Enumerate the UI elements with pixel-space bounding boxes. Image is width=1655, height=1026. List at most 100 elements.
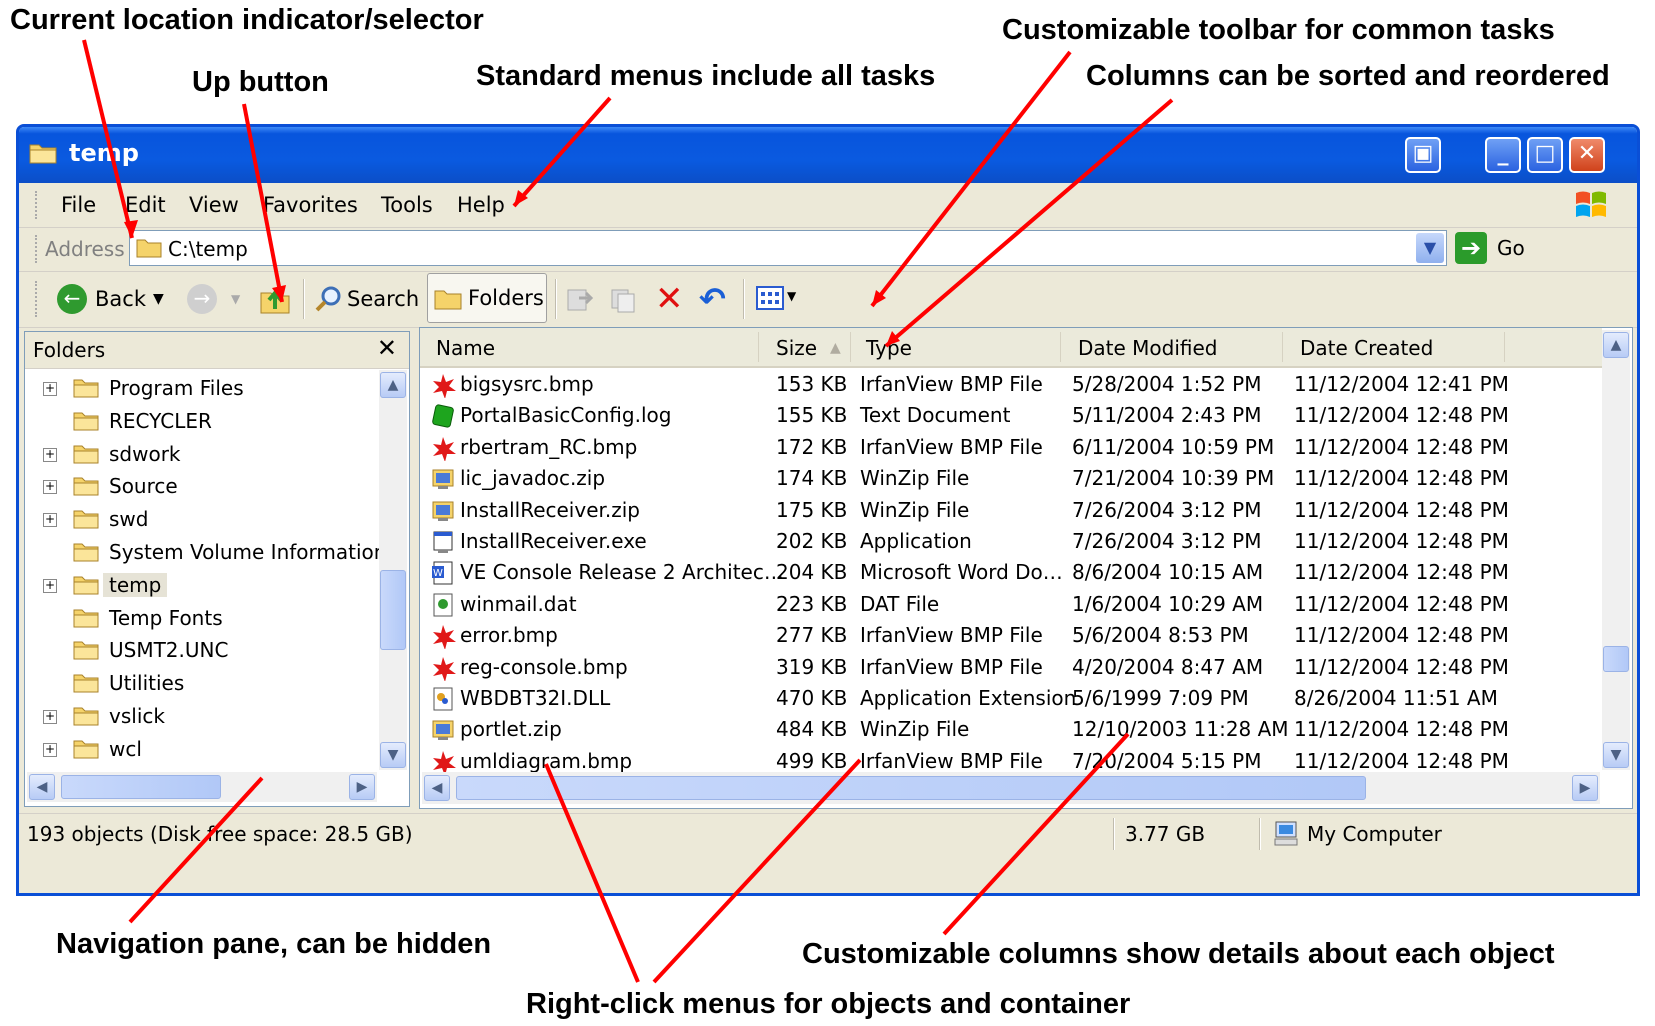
scrollbar-thumb[interactable] [456, 776, 1366, 800]
file-size: 204 KB [776, 560, 848, 585]
forward-arrow-icon[interactable]: → [187, 284, 217, 314]
folder-icon [73, 674, 99, 693]
go-button[interactable]: ➔ Go [1455, 232, 1535, 266]
file-row[interactable]: reg-console.bmp 319 KB IrfanView BMP File 4… [420, 653, 1596, 683]
scrollbar-thumb[interactable] [380, 570, 406, 650]
file-row[interactable]: InstallReceiver.exe 202 KB Application 7/26… [420, 527, 1596, 557]
file-row[interactable]: rbertram_RC.bmp 172 KB IrfanView BMP File 6… [420, 433, 1596, 463]
tree-item[interactable]: + vslick [25, 702, 375, 732]
file-date-modified: 8/6/2004 10:15 AM [1072, 560, 1264, 585]
back-dropdown-icon[interactable]: ▼ [153, 281, 164, 317]
up-folder-icon[interactable] [259, 283, 291, 315]
scroll-right-icon[interactable]: ▶ [349, 774, 375, 800]
column-divider[interactable] [850, 332, 851, 362]
scroll-left-icon[interactable]: ◀ [424, 775, 450, 801]
scrollbar-thumb[interactable] [61, 775, 221, 799]
expand-plus-icon[interactable]: + [43, 578, 57, 593]
menu-favorites[interactable]: Favorites [263, 193, 358, 217]
search-button[interactable]: Search [313, 281, 419, 317]
column-name[interactable]: Name [436, 336, 495, 360]
column-date-created[interactable]: Date Created [1300, 336, 1433, 360]
tree-item[interactable]: + swd [25, 505, 375, 535]
undo-icon[interactable]: ↶ [699, 281, 726, 317]
tree-item[interactable]: USMT2.UNC [25, 636, 375, 666]
close-button[interactable]: ✕ [1569, 137, 1605, 173]
file-row[interactable]: portlet.zip 484 KB WinZip File 12/10/2003 1… [420, 715, 1596, 745]
menu-help[interactable]: Help [457, 193, 505, 217]
menu-edit[interactable]: Edit [125, 193, 166, 217]
tree-item[interactable]: + wcl [25, 735, 375, 765]
navpane-vertical-scrollbar[interactable]: ▲ ▼ [379, 370, 407, 770]
windows-logo-icon [1576, 191, 1606, 217]
filelist-horizontal-scrollbar[interactable]: ◀ ▶ [422, 772, 1600, 804]
file-row[interactable]: PortalBasicConfig.log 155 KB Text Document… [420, 401, 1596, 431]
expand-plus-icon[interactable]: + [43, 447, 57, 462]
views-button[interactable]: ▼ [755, 283, 801, 315]
menu-grip[interactable] [35, 191, 41, 219]
address-grip[interactable] [35, 235, 41, 263]
file-date-modified: 5/6/1999 7:09 PM [1072, 686, 1249, 710]
title-bar[interactable]: temp ▣ _ □ ✕ [19, 127, 1637, 183]
tree-item[interactable]: Utilities [25, 669, 375, 699]
file-type: Application [860, 529, 972, 553]
file-name: portlet.zip [460, 717, 562, 742]
file-name: InstallReceiver.zip [460, 497, 640, 522]
expand-plus-icon[interactable]: + [43, 742, 57, 757]
scroll-right-icon[interactable]: ▶ [1572, 775, 1598, 801]
tree-item[interactable]: System Volume Information [25, 538, 386, 568]
address-input[interactable]: C:\temp ▼ [129, 230, 1447, 266]
forward-dropdown-icon[interactable]: ▼ [231, 281, 240, 317]
file-type: IrfanView BMP File [860, 623, 1043, 648]
scroll-up-icon[interactable]: ▲ [380, 372, 406, 398]
maximize-button[interactable]: □ [1527, 137, 1563, 173]
tree-item[interactable]: Temp Fonts [25, 604, 375, 634]
scroll-left-icon[interactable]: ◀ [29, 774, 55, 800]
tree-item[interactable]: + sdwork [25, 440, 375, 470]
expand-plus-icon[interactable]: + [43, 710, 57, 724]
tree-item[interactable]: + temp [25, 571, 375, 601]
column-divider[interactable] [758, 332, 759, 362]
tree-item[interactable]: + Source [25, 472, 375, 502]
file-row[interactable]: InstallReceiver.zip 175 KB WinZip File 7/26… [420, 496, 1596, 526]
file-row[interactable]: winmail.dat 223 KB DAT File 1/6/2004 10:29 … [420, 590, 1596, 620]
column-divider[interactable] [1504, 332, 1505, 362]
back-button[interactable]: ← Back ▼ [53, 281, 173, 317]
delete-icon[interactable]: ✕ [655, 281, 684, 317]
scroll-down-icon[interactable]: ▼ [380, 742, 406, 768]
file-row[interactable]: lic_javadoc.zip 174 KB WinZip File 7/21/200… [420, 464, 1596, 494]
column-size[interactable]: Size [776, 336, 817, 360]
menu-tools[interactable]: Tools [381, 193, 433, 217]
scroll-up-icon[interactable]: ▲ [1603, 332, 1629, 358]
move-to-icon[interactable] [565, 284, 595, 314]
menu-view[interactable]: View [189, 193, 239, 217]
expand-plus-icon[interactable]: + [43, 513, 57, 528]
restore-help-button[interactable]: ▣ [1405, 137, 1441, 173]
tree-item[interactable]: RECYCLER [25, 407, 375, 437]
scrollbar-thumb[interactable] [1603, 646, 1629, 672]
menu-file[interactable]: File [61, 193, 96, 217]
back-label: Back [95, 287, 146, 311]
column-type[interactable]: Type [866, 336, 912, 360]
file-row[interactable]: WBDBT32I.DLL 470 KB Application Extension 5… [420, 684, 1596, 714]
file-row[interactable]: error.bmp 277 KB IrfanView BMP File 5/6/200… [420, 621, 1596, 651]
word-icon: W [432, 561, 453, 585]
copy-to-icon[interactable] [609, 284, 639, 314]
close-icon[interactable]: ✕ [377, 334, 397, 362]
file-row[interactable]: bigsysrc.bmp 153 KB IrfanView BMP File 5/28… [420, 370, 1596, 400]
expand-plus-icon[interactable]: + [43, 480, 57, 495]
address-dropdown-button[interactable]: ▼ [1416, 233, 1444, 263]
file-row[interactable]: W VE Console Release 2 Architec… 204 KB Mic… [420, 558, 1596, 588]
toolbar-grip[interactable] [35, 281, 41, 317]
folders-button[interactable]: Folders [427, 273, 547, 323]
scroll-down-icon[interactable]: ▼ [1603, 742, 1629, 768]
navpane-horizontal-scrollbar[interactable]: ◀ ▶ [27, 772, 377, 802]
expand-plus-icon[interactable]: + [43, 382, 57, 396]
column-date-modified[interactable]: Date Modified [1078, 336, 1218, 360]
tree-item[interactable]: + Program Files [25, 374, 375, 404]
column-divider[interactable] [1060, 332, 1061, 362]
filelist-vertical-scrollbar[interactable]: ▲ ▼ [1602, 330, 1630, 770]
search-icon [315, 286, 341, 312]
minimize-button[interactable]: _ [1485, 137, 1521, 173]
file-name: bigsysrc.bmp [460, 372, 594, 396]
column-divider[interactable] [1282, 332, 1283, 362]
